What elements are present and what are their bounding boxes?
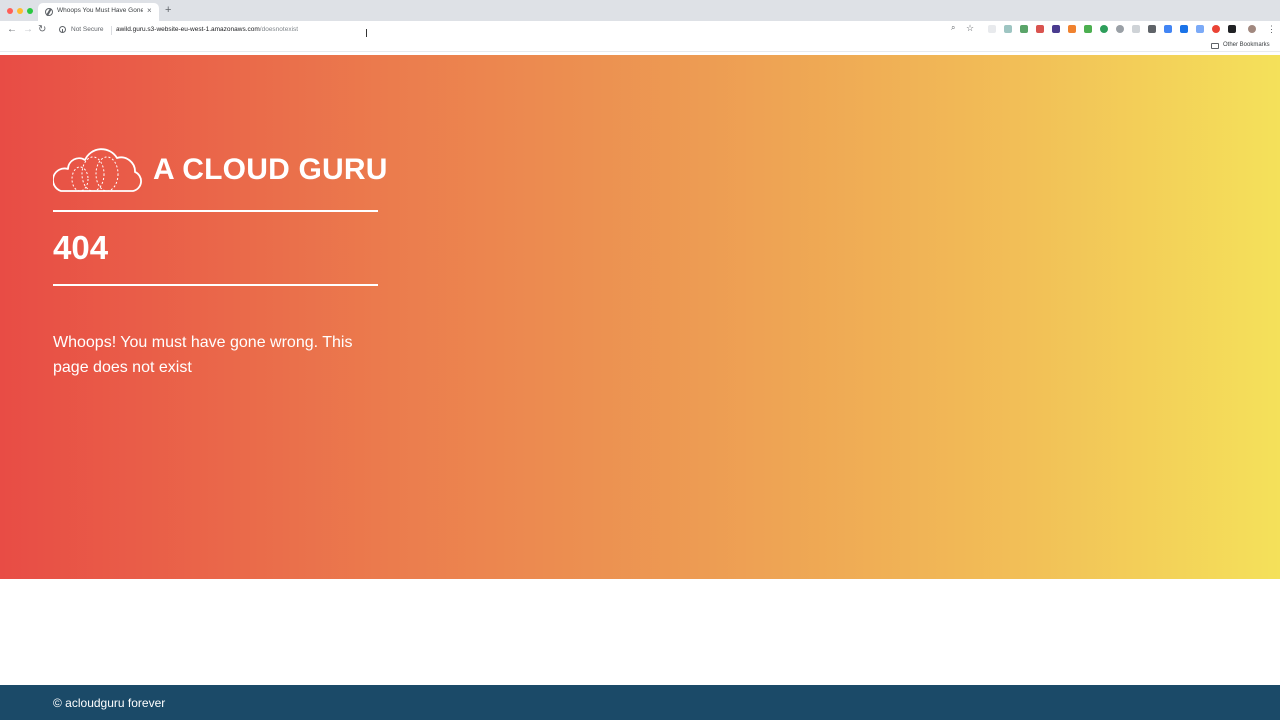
extension-icon[interactable] bbox=[1100, 25, 1108, 33]
forward-icon[interactable]: → bbox=[23, 24, 33, 36]
error-message: Whoops! You must have gone wrong. This p… bbox=[53, 334, 353, 376]
footer-copyright: © acloudguru forever bbox=[53, 696, 166, 710]
extension-icon[interactable] bbox=[1196, 25, 1204, 33]
avatar[interactable] bbox=[1248, 25, 1256, 33]
reload-icon[interactable]: ↻ bbox=[38, 24, 46, 36]
bookmarks-bar: Other Bookmarks bbox=[0, 40, 1280, 52]
divider bbox=[53, 210, 378, 212]
extension-icon[interactable] bbox=[1036, 25, 1044, 33]
menu-icon[interactable]: ⋮ bbox=[1267, 23, 1276, 35]
extension-icon[interactable] bbox=[1052, 25, 1060, 33]
folder-icon bbox=[1211, 43, 1219, 49]
minimize-window-button[interactable] bbox=[17, 8, 23, 14]
url-text[interactable]: awild.guru.s3-website-eu-west-1.amazonaw… bbox=[116, 26, 298, 33]
extension-icon[interactable] bbox=[1164, 25, 1172, 33]
address-bar[interactable]: Not Secure awild.guru.s3-website-eu-west… bbox=[54, 23, 974, 38]
maximize-window-button[interactable] bbox=[27, 8, 33, 14]
footer: © acloudguru forever bbox=[0, 685, 1280, 720]
tab-active[interactable]: Whoops You Must Have Gone × bbox=[38, 3, 159, 21]
info-icon[interactable] bbox=[59, 26, 66, 33]
url-host: awild.guru.s3-website-eu-west-1.amazonaw… bbox=[116, 26, 260, 33]
extension-icon[interactable] bbox=[1132, 25, 1140, 33]
error-code: 404 bbox=[53, 229, 109, 266]
cloud-logo-icon bbox=[53, 148, 142, 192]
extension-icon[interactable] bbox=[1228, 25, 1236, 33]
tab-title: Whoops You Must Have Gone bbox=[57, 7, 143, 14]
omnibox-divider bbox=[111, 26, 112, 35]
zoom-icon[interactable]: ⌕ bbox=[951, 22, 955, 34]
tab-close-button[interactable]: × bbox=[147, 6, 152, 16]
extension-icon[interactable] bbox=[1116, 25, 1124, 33]
other-bookmarks-link[interactable]: Other Bookmarks bbox=[1223, 42, 1270, 48]
extension-icon[interactable] bbox=[1068, 25, 1076, 33]
extension-icon[interactable] bbox=[1212, 25, 1220, 33]
tab-strip: Whoops You Must Have Gone × + bbox=[0, 0, 1280, 21]
new-tab-button[interactable]: + bbox=[165, 5, 171, 16]
extension-icon[interactable] bbox=[1148, 25, 1156, 33]
close-window-button[interactable] bbox=[7, 8, 13, 14]
brand-name: A CLOUD GURU bbox=[153, 153, 388, 186]
text-cursor bbox=[366, 29, 367, 37]
star-icon[interactable]: ☆ bbox=[966, 22, 974, 34]
extension-icon[interactable] bbox=[1004, 25, 1012, 33]
hero-section: A CLOUD GURU 404 Whoops! You must have g… bbox=[0, 55, 1280, 579]
globe-icon bbox=[45, 8, 53, 16]
security-status[interactable]: Not Secure bbox=[71, 26, 104, 33]
browser-toolbar: ← → ↻ Not Secure awild.guru.s3-website-e… bbox=[0, 21, 1280, 40]
extension-icon[interactable] bbox=[988, 25, 996, 33]
extension-icon[interactable] bbox=[1020, 25, 1028, 33]
url-path: /doesnotexist bbox=[259, 26, 299, 33]
extension-icon[interactable] bbox=[1084, 25, 1092, 33]
brand-logo[interactable]: A CLOUD GURU bbox=[53, 143, 387, 195]
back-icon[interactable]: ← bbox=[7, 24, 17, 36]
extension-icon[interactable] bbox=[1180, 25, 1188, 33]
divider bbox=[53, 284, 378, 286]
